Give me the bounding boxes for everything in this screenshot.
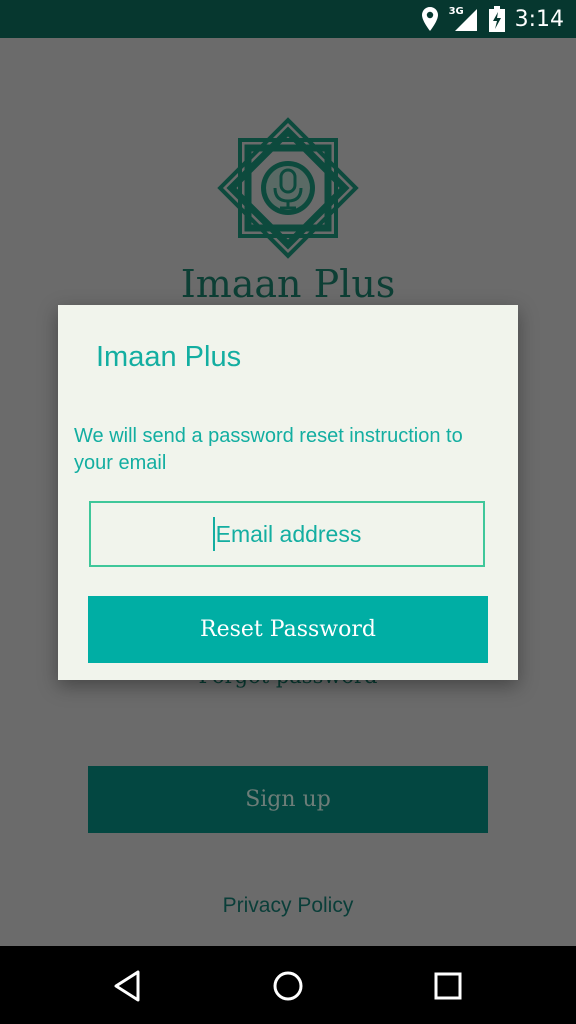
status-time: 3:14 bbox=[514, 6, 564, 32]
signal-icon bbox=[454, 9, 477, 31]
text-cursor bbox=[212, 517, 215, 551]
home-icon[interactable] bbox=[268, 966, 308, 1006]
dialog-title: Imaan Plus bbox=[96, 341, 242, 373]
sign-up-button[interactable]: Sign up bbox=[88, 766, 488, 833]
privacy-policy-link[interactable]: Privacy Policy bbox=[0, 894, 576, 918]
email-field[interactable]: Email address bbox=[89, 501, 485, 567]
battery-icon bbox=[488, 6, 505, 32]
status-icons: 3G 3:14 bbox=[421, 0, 564, 38]
recents-icon[interactable] bbox=[428, 966, 468, 1006]
password-reset-dialog: Imaan Plus We will send a password reset… bbox=[58, 305, 518, 680]
back-icon[interactable] bbox=[108, 966, 148, 1006]
location-icon bbox=[421, 7, 438, 31]
navigation-bar bbox=[0, 946, 576, 1024]
app-logo-text: Imaan Plus bbox=[180, 262, 396, 306]
reset-password-button[interactable]: Reset Password bbox=[88, 596, 488, 663]
status-bar: 3G 3:14 bbox=[0, 0, 576, 38]
email-placeholder: Email address bbox=[215, 520, 362, 547]
dialog-message: We will send a password reset instructio… bbox=[74, 425, 463, 474]
app-logo-icon bbox=[217, 117, 359, 259]
signal-indicator: 3G bbox=[449, 0, 479, 38]
